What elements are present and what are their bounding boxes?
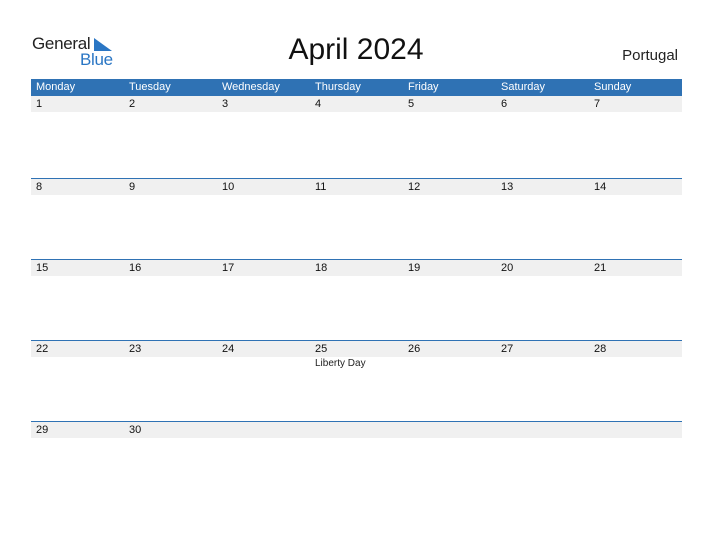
date-strip: 8 9 10 11 12 13 14 [31,179,682,195]
weekday-tuesday: Tuesday [129,81,171,93]
day-number: 22 [36,343,49,355]
day-number: 28 [594,343,607,355]
weeks-container: 1 2 3 4 5 6 7 8 9 10 11 12 13 14 15 16 17 18 19 20 21 22 23 24 2… [31,96,682,502]
day-number: 2 [129,98,136,110]
week-row: 8 9 10 11 12 13 14 [31,178,682,259]
holiday-label [589,357,682,370]
day-number: 5 [408,98,415,110]
day-number: 8 [36,181,43,193]
day-number: 10 [222,181,235,193]
day-number: 21 [594,262,607,274]
day-number: 30 [129,424,142,436]
day-number: 13 [501,181,514,193]
holiday-label [403,357,496,370]
day-number [496,422,589,438]
day-number [589,422,682,438]
week-row: 29 30 [31,421,682,502]
weekday-friday: Friday [408,81,439,93]
day-number: 19 [408,262,421,274]
date-strip: 15 16 17 18 19 20 21 [31,260,682,276]
day-number: 3 [222,98,229,110]
day-number: 7 [594,98,601,110]
day-number [217,422,310,438]
week-row: 22 23 24 25 26 27 28 Liberty Day [31,340,682,421]
day-number: 29 [36,424,49,436]
day-number [310,422,403,438]
day-number: 11 [315,181,327,193]
date-strip: 29 30 [31,422,682,438]
calendar-grid: Monday Tuesday Wednesday Thursday Friday… [31,79,682,502]
date-strip: 22 23 24 25 26 27 28 [31,341,682,357]
day-number: 12 [408,181,421,193]
day-number: 24 [222,343,235,355]
day-number: 9 [129,181,136,193]
day-number: 4 [315,98,322,110]
holiday-label [496,357,589,370]
weekday-monday: Monday [36,81,76,93]
day-number: 20 [501,262,514,274]
day-number: 18 [315,262,328,274]
date-strip: 1 2 3 4 5 6 7 [31,96,682,112]
weekday-thursday: Thursday [315,81,361,93]
weekday-sunday: Sunday [594,81,632,93]
weekday-header: Monday Tuesday Wednesday Thursday Friday… [31,79,682,96]
day-number: 6 [501,98,508,110]
day-number [403,422,496,438]
day-number: 1 [36,98,43,110]
holiday-label [124,357,217,370]
day-number: 14 [594,181,607,193]
day-number: 25 [315,343,328,355]
holiday-label: Liberty Day [315,358,366,369]
week-row: 15 16 17 18 19 20 21 [31,259,682,340]
day-number: 23 [129,343,142,355]
page-title: April 2024 [288,33,424,66]
day-number: 17 [222,262,235,274]
events-strip: Liberty Day [31,357,682,370]
day-number: 27 [501,343,514,355]
weekday-wednesday: Wednesday [222,81,280,93]
holiday-label [31,357,124,370]
day-number: 16 [129,262,142,274]
day-number: 15 [36,262,49,274]
holiday-label [217,357,310,370]
country-label: Portugal [622,47,678,64]
day-number: 26 [408,343,421,355]
week-row: 1 2 3 4 5 6 7 [31,96,682,178]
weekday-saturday: Saturday [501,81,546,93]
